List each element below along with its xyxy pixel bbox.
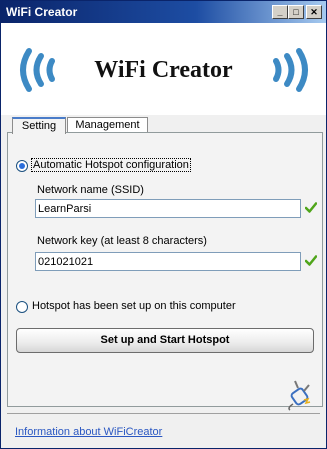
existing-hotspot-label[interactable]: Hotspot has been set up on this computer: [32, 300, 236, 312]
wifi-waves-right-icon: [273, 48, 308, 92]
power-plug-icon: [288, 380, 311, 411]
footer-divider: [7, 413, 320, 414]
key-valid-check-icon: [305, 255, 317, 266]
tab-setting[interactable]: Setting: [12, 117, 66, 134]
auto-config-label[interactable]: Automatic Hotspot configuration: [31, 158, 191, 172]
info-link[interactable]: Information about WiFiCreator: [15, 426, 162, 438]
title-bar[interactable]: WiFi Creator _ □ ✕: [1, 1, 326, 23]
ssid-valid-check-icon: [305, 202, 317, 213]
app-window: WiFi Creator _ □ ✕ WiFi Creator Setting …: [0, 0, 327, 449]
window-title: WiFi Creator: [6, 5, 78, 19]
ssid-input[interactable]: [35, 199, 301, 218]
radio-selected-dot: [19, 163, 25, 169]
maximize-button[interactable]: □: [288, 5, 304, 19]
network-key-label: Network key (at least 8 characters): [37, 235, 207, 247]
tab-management[interactable]: Management: [67, 117, 148, 133]
close-button[interactable]: ✕: [306, 5, 322, 19]
auto-config-radio[interactable]: [16, 160, 28, 172]
ssid-label: Network name (SSID): [37, 184, 144, 196]
existing-hotspot-radio[interactable]: [16, 301, 28, 313]
start-hotspot-button[interactable]: Set up and Start Hotspot: [16, 328, 314, 353]
network-key-input[interactable]: [35, 252, 301, 271]
app-header: WiFi Creator: [1, 23, 326, 115]
minimize-button[interactable]: _: [272, 5, 288, 19]
